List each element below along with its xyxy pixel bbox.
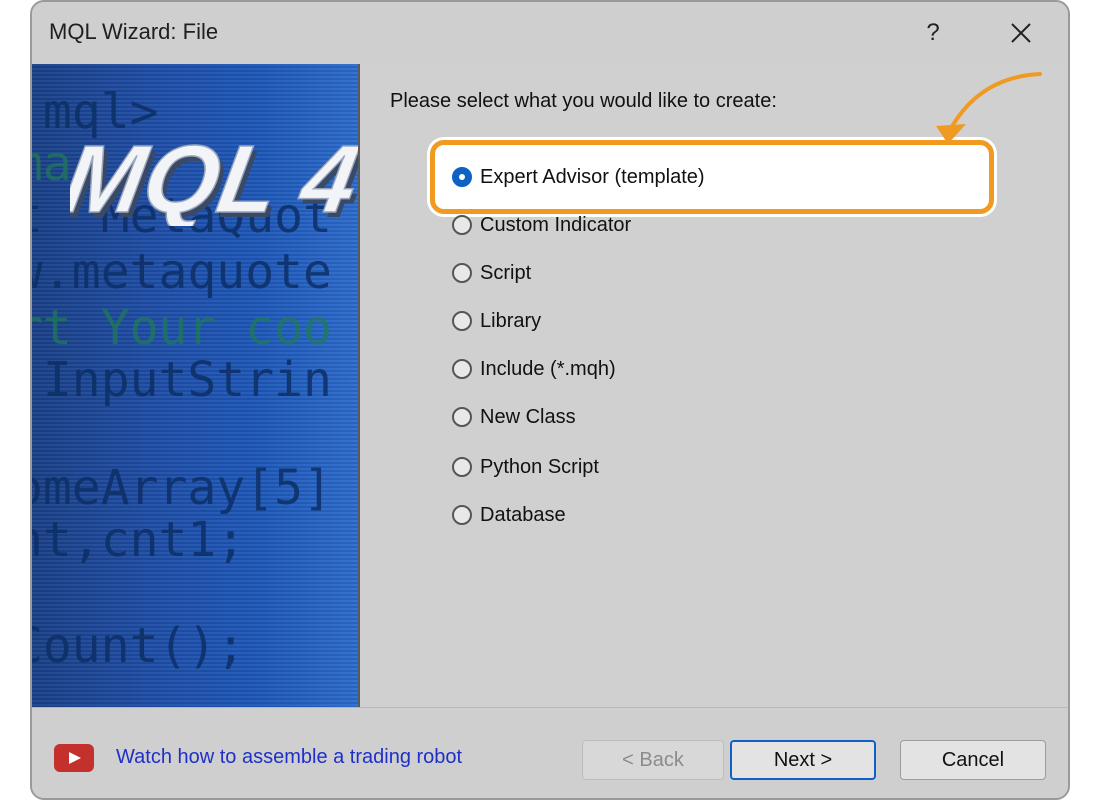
option-new-class[interactable]: New Class [452,402,576,432]
close-icon [1011,23,1031,43]
banner-code-line: w.metaquote [32,244,332,300]
option-custom-indicator[interactable]: Custom Indicator [452,210,631,240]
svg-text:MQL 4: MQL 4 [70,125,358,226]
option-python-script[interactable]: Python Script [452,452,599,482]
banner-code-line: nt,cnt1; [32,512,246,568]
option-label: Expert Advisor (template) [480,165,705,188]
option-include[interactable]: Include (*.mqh) [452,354,616,384]
banner-code-line: InputStrin [32,352,332,408]
youtube-play-icon[interactable] [54,744,94,772]
radio-button[interactable] [452,457,472,477]
radio-button[interactable] [452,311,472,331]
option-library[interactable]: Library [452,306,541,336]
prompt-label: Please select what you would like to cre… [390,90,777,112]
radio-button[interactable] [452,407,472,427]
banner-code-line: ma [32,136,72,192]
option-panel: Please select what you would like to cre… [360,64,1068,707]
option-label: Python Script [480,455,599,478]
option-label: Script [480,261,532,284]
back-button[interactable]: < Back [582,740,724,780]
dialog-footer: Watch how to assemble a trading robot < … [32,707,1068,798]
cancel-button[interactable]: Cancel [900,740,1046,780]
radio-button[interactable] [452,359,472,379]
mql4-banner-image: .mql> ma t MetaQuot w.metaquote rt Your … [32,64,358,707]
window-title: MQL Wizard: File [49,19,219,44]
next-button[interactable]: Next > [730,740,876,780]
banner-code-line: rt Your coo [32,300,332,356]
option-label: Include (*.mqh) [480,357,616,380]
mql-wizard-dialog: MQL Wizard: File ? .mql> ma t MetaQuot w… [30,0,1070,800]
radio-button[interactable] [452,263,472,283]
radio-button[interactable] [452,505,472,525]
watch-video-link[interactable]: Watch how to assemble a trading robot [116,746,462,769]
option-script[interactable]: Script [452,258,531,288]
banner-code-line: Count(); [32,618,246,674]
pointer-arrow-icon [936,72,1042,144]
banner-code-line: omeArray[5] [32,460,332,516]
radio-button-selected[interactable] [452,167,472,187]
radio-button[interactable] [452,215,472,235]
option-label: Library [480,309,542,332]
option-label: Database [480,503,566,526]
mql4-logo: MQL 4 MQL 4 [70,124,358,226]
option-label: New Class [480,405,576,428]
option-label: Custom Indicator [480,213,632,236]
option-expert-advisor[interactable]: Expert Advisor (template) [452,162,705,192]
option-database[interactable]: Database [452,500,566,530]
